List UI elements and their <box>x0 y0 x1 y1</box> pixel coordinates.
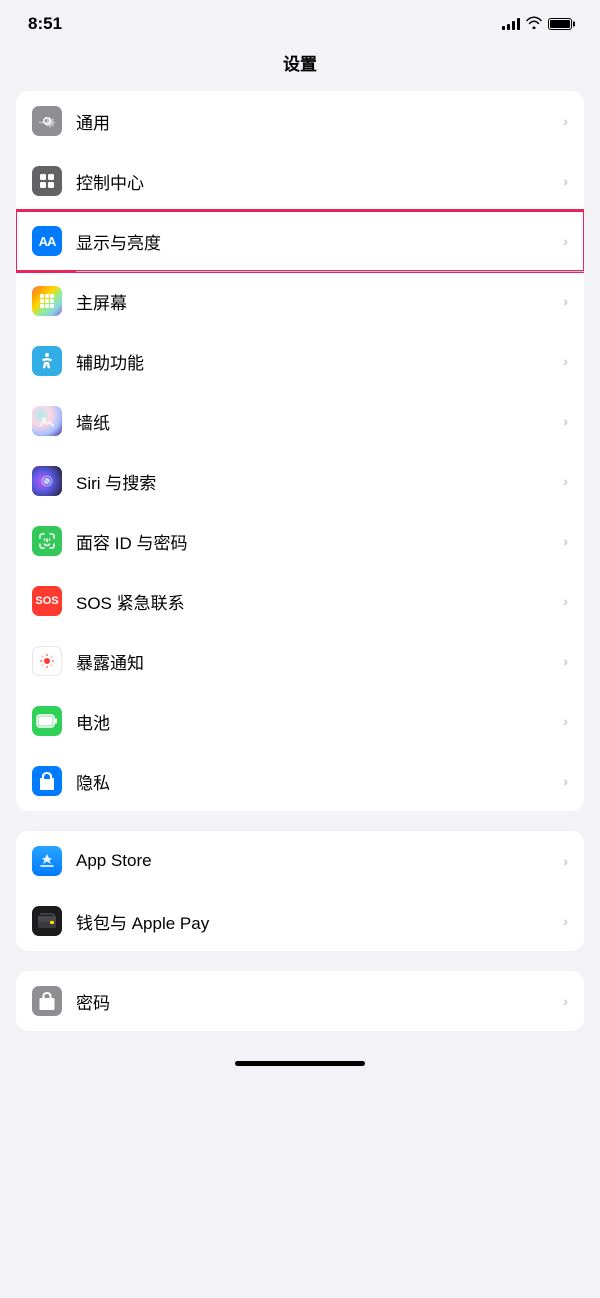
passwords-chevron: › <box>563 993 568 1009</box>
aa-text: AA <box>39 234 56 249</box>
siri-chevron: › <box>563 473 568 489</box>
battery-icon <box>548 18 572 30</box>
settings-row-faceid[interactable]: 面容 ID 与密码 › <box>16 511 584 571</box>
siri-icon <box>32 466 62 496</box>
accessibility-chevron: › <box>563 353 568 369</box>
sos-chevron: › <box>563 593 568 609</box>
faceid-label: 面容 ID 与密码 <box>76 529 563 554</box>
settings-row-battery[interactable]: 电池 › <box>16 691 584 751</box>
exposure-chevron: › <box>563 653 568 669</box>
settings-row-passwords[interactable]: 密码 › <box>16 971 584 1031</box>
settings-group-general: 通用 › 控制中心 › AA 显示与亮度 › <box>16 91 584 811</box>
status-icons <box>502 16 572 33</box>
appstore-label: App Store <box>76 851 563 871</box>
general-label: 通用 <box>76 109 563 134</box>
settings-row-appstore[interactable]: App Store › <box>16 831 584 891</box>
settings-row-sos[interactable]: SOS SOS 紧急联系 › <box>16 571 584 631</box>
wallet-label: 钱包与 Apple Pay <box>76 909 563 934</box>
settings-row-wallet[interactable]: 钱包与 Apple Pay › <box>16 891 584 951</box>
battery-row-icon <box>32 706 62 736</box>
exposure-label: 暴露通知 <box>76 649 563 674</box>
exposure-icon <box>32 646 62 676</box>
sos-icon: SOS <box>32 586 62 616</box>
general-chevron: › <box>563 113 568 129</box>
appstore-chevron: › <box>563 853 568 869</box>
siri-label: Siri 与搜索 <box>76 469 563 494</box>
home-screen-chevron: › <box>563 293 568 309</box>
home-indicator <box>235 1061 365 1066</box>
accessibility-icon <box>32 346 62 376</box>
settings-row-display[interactable]: AA 显示与亮度 › <box>16 211 584 271</box>
page-title: 设置 <box>0 42 600 91</box>
sos-text: SOS <box>35 595 58 607</box>
signal-icon <box>502 18 520 30</box>
wallet-icon <box>32 906 62 936</box>
wallpaper-icon <box>32 406 62 436</box>
settings-row-accessibility[interactable]: 辅助功能 › <box>16 331 584 391</box>
settings-row-wallpaper[interactable]: 墙纸 › <box>16 391 584 451</box>
battery-chevron: › <box>563 713 568 729</box>
display-chevron: › <box>563 233 568 249</box>
privacy-icon <box>32 766 62 796</box>
home-screen-icon <box>32 286 62 316</box>
settings-row-exposure[interactable]: 暴露通知 › <box>16 631 584 691</box>
accessibility-label: 辅助功能 <box>76 349 563 374</box>
settings-group-passwords: 密码 › <box>16 971 584 1031</box>
faceid-icon <box>32 526 62 556</box>
wallpaper-label: 墙纸 <box>76 409 563 434</box>
home-screen-label: 主屏幕 <box>76 289 563 314</box>
settings-row-general[interactable]: 通用 › <box>16 91 584 151</box>
sos-label: SOS 紧急联系 <box>76 589 563 614</box>
settings-row-home-screen[interactable]: 主屏幕 › <box>16 271 584 331</box>
wifi-icon <box>526 16 542 33</box>
settings-row-privacy[interactable]: 隐私 › <box>16 751 584 811</box>
control-center-label: 控制中心 <box>76 169 563 194</box>
appstore-icon <box>32 846 62 876</box>
privacy-chevron: › <box>563 773 568 789</box>
battery-label: 电池 <box>76 709 563 734</box>
status-time: 8:51 <box>28 14 62 34</box>
wallpaper-chevron: › <box>563 413 568 429</box>
general-icon <box>32 106 62 136</box>
display-icon: AA <box>32 226 62 256</box>
wallet-chevron: › <box>563 913 568 929</box>
settings-row-control-center[interactable]: 控制中心 › <box>16 151 584 211</box>
privacy-label: 隐私 <box>76 769 563 794</box>
passwords-icon <box>32 986 62 1016</box>
control-center-chevron: › <box>563 173 568 189</box>
faceid-chevron: › <box>563 533 568 549</box>
control-center-icon <box>32 166 62 196</box>
settings-group-apps: App Store › 钱包与 Apple Pay › <box>16 831 584 951</box>
settings-row-siri[interactable]: Siri 与搜索 › <box>16 451 584 511</box>
status-bar: 8:51 <box>0 0 600 42</box>
passwords-label: 密码 <box>76 989 563 1014</box>
display-label: 显示与亮度 <box>76 229 563 254</box>
